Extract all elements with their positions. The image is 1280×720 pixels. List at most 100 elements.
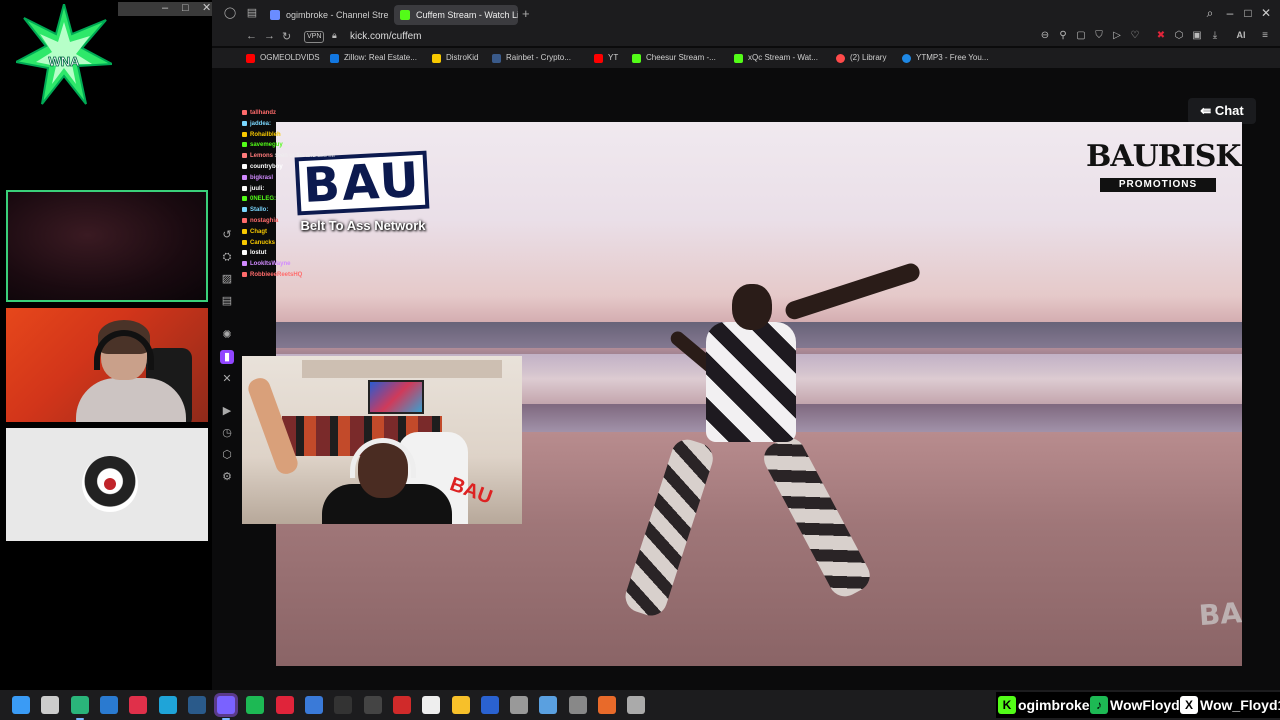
wna-logo-text: WNA <box>48 54 80 69</box>
bookmark-zillow[interactable]: Zillow: Real Estate... <box>330 51 417 65</box>
chat-message: countryboy <box>242 162 283 172</box>
reload-button[interactable]: ↻ <box>282 30 291 43</box>
clock-icon[interactable]: ◷ <box>220 426 234 440</box>
bookmark-rainbet[interactable]: Rainbet - Crypto... <box>492 51 571 65</box>
bookmark-yt[interactable]: YT <box>594 51 618 65</box>
spotify-icon[interactable] <box>246 696 265 714</box>
rainbet-icon <box>492 54 501 63</box>
chat-badge-icon <box>242 185 247 191</box>
close-button[interactable]: ✕ <box>1256 6 1276 20</box>
zillow-icon <box>330 54 339 63</box>
profile-icon[interactable]: ▣ <box>1190 30 1204 41</box>
app-red-icon[interactable] <box>129 696 148 714</box>
play-icon[interactable]: ▷ <box>1110 30 1124 41</box>
tab-bar: ◯ ▤ ogimbroke - Channel Stre Cuffem Stre… <box>212 0 1280 28</box>
task-view-icon[interactable] <box>41 696 60 714</box>
spotify-icon: ♪ <box>1090 696 1108 714</box>
file-icon[interactable] <box>422 696 441 714</box>
maximize-button[interactable]: □ <box>1238 6 1258 20</box>
tab-ogimbroke[interactable]: ogimbroke - Channel Stre <box>264 5 388 25</box>
bau-watermark: BAU <box>1197 594 1242 633</box>
chat-message: nostaghia <box>242 216 278 226</box>
chat-badge-icon <box>242 131 247 137</box>
obs-icon[interactable] <box>70 696 89 720</box>
file-explorer-icon[interactable] <box>451 696 470 714</box>
kick-icon <box>632 54 641 63</box>
epic-games-icon[interactable] <box>334 696 353 714</box>
minimize-button[interactable]: – <box>1220 6 1240 20</box>
dancer-arm <box>783 261 922 322</box>
package-icon[interactable]: ⛭ <box>220 250 234 264</box>
bookmark-ytmp3[interactable]: YTMP3 - Free You... <box>902 51 988 65</box>
chat-badge-icon <box>242 109 247 115</box>
pin-icon[interactable]: ⚲ <box>1056 30 1070 41</box>
baurisk-title: BAURISK <box>1086 139 1242 174</box>
url-field[interactable]: kick.com/cuffem <box>350 29 422 45</box>
discord-icon[interactable] <box>217 696 236 720</box>
zoom-out-icon[interactable]: ⊖ <box>1038 30 1052 41</box>
chat-message: Rohailbleh <box>242 130 281 140</box>
baurisk-subtitle: PROMOTIONS <box>1100 178 1216 192</box>
bookmark-cheesur[interactable]: Cheesur Stream -... <box>632 51 716 65</box>
steam-icon[interactable] <box>187 696 206 714</box>
app-red2-icon[interactable] <box>392 696 411 714</box>
menu-icon[interactable]: ≡ <box>1258 30 1272 41</box>
app-circle-icon[interactable] <box>510 696 529 714</box>
bookmark-xqc[interactable]: xQc Stream - Wat... <box>734 51 818 65</box>
chat-toggle-button[interactable]: ⇚ Chat <box>1188 98 1256 124</box>
ai-button[interactable]: AI <box>1230 30 1252 40</box>
heart-icon[interactable]: ♡ <box>1128 30 1142 41</box>
lock-icon[interactable]: 🔒︎ <box>332 30 337 41</box>
chat-badge-icon <box>242 239 247 245</box>
opera-menu-icon[interactable]: ◯ <box>222 6 238 22</box>
notepad-icon[interactable] <box>539 696 558 714</box>
chat-badge-icon <box>242 228 247 234</box>
search-tabs-icon[interactable]: ⌕ <box>1200 6 1220 21</box>
pinboard-icon[interactable]: ▨ <box>220 272 234 286</box>
forward-button[interactable]: → <box>264 30 275 42</box>
calculator-icon[interactable] <box>568 696 587 714</box>
player-icon[interactable]: ▶ <box>220 404 234 418</box>
windows-start-icon[interactable] <box>12 696 30 714</box>
bookmarks-bar: OGMEOLDVIDS Zillow: Real Estate... Distr… <box>212 48 1280 68</box>
new-tab-button[interactable]: + <box>522 6 530 21</box>
notes-icon[interactable]: ▤ <box>220 294 234 308</box>
media-player-icon[interactable] <box>598 696 616 714</box>
maximize-icon[interactable]: □ <box>182 2 189 15</box>
bookmark-distrokid[interactable]: DistroKid <box>432 51 478 65</box>
settings-icon[interactable] <box>627 696 646 714</box>
app-blue-icon[interactable] <box>305 696 323 714</box>
app-dark-icon[interactable] <box>363 696 382 714</box>
edge-icon[interactable] <box>158 696 177 714</box>
twitch-icon[interactable]: ▮ <box>220 350 234 364</box>
chat-badge-icon <box>242 196 247 202</box>
x-icon[interactable]: ✕ <box>220 372 234 386</box>
shield-icon[interactable]: ⛉ <box>1092 30 1106 41</box>
history-icon[interactable]: ↺ <box>220 228 234 242</box>
snapshot-icon[interactable]: ▢ <box>1074 30 1088 41</box>
close-icon[interactable]: ✕ <box>202 2 211 15</box>
settings-icon[interactable]: ⚙ <box>220 470 234 484</box>
store-icon[interactable] <box>99 696 118 714</box>
social-handles-overlay: Kogimbroke ♪ WowFloyd X Wow_Floyd1 <box>996 692 1280 718</box>
chat-message: lostut <box>242 248 266 258</box>
dancer-head <box>732 284 772 330</box>
x-icon: X <box>1180 696 1198 714</box>
chat-collapse-icon: ⇚ <box>1200 103 1215 118</box>
chat-username: RobbieeeReetsHQ <box>250 272 303 278</box>
extensions-icon[interactable]: ⬡ <box>1172 30 1186 41</box>
vpn-badge[interactable]: VPN <box>304 31 325 43</box>
bookmark-ogmeoldvids[interactable]: OGMEOLDVIDS <box>246 51 320 65</box>
bookmark-library[interactable]: (2) Library <box>836 51 886 65</box>
app-blue2-icon[interactable] <box>480 696 499 714</box>
opera-icon[interactable] <box>275 696 294 714</box>
tab-overview-icon[interactable]: ▤ <box>244 6 260 22</box>
download-icon[interactable]: ⤓ <box>1208 30 1222 41</box>
minimize-icon[interactable]: – <box>162 2 168 15</box>
extensions-icon[interactable]: ⬡ <box>220 448 234 462</box>
back-button[interactable]: ← <box>246 30 257 42</box>
chatgpt-icon[interactable]: ✺ <box>220 328 234 342</box>
chat-username: jaddea: <box>250 120 272 127</box>
extension-red-icon[interactable]: ✖ <box>1154 30 1168 41</box>
tab-cuffem[interactable]: Cuffem Stream - Watch Li <box>394 5 518 25</box>
